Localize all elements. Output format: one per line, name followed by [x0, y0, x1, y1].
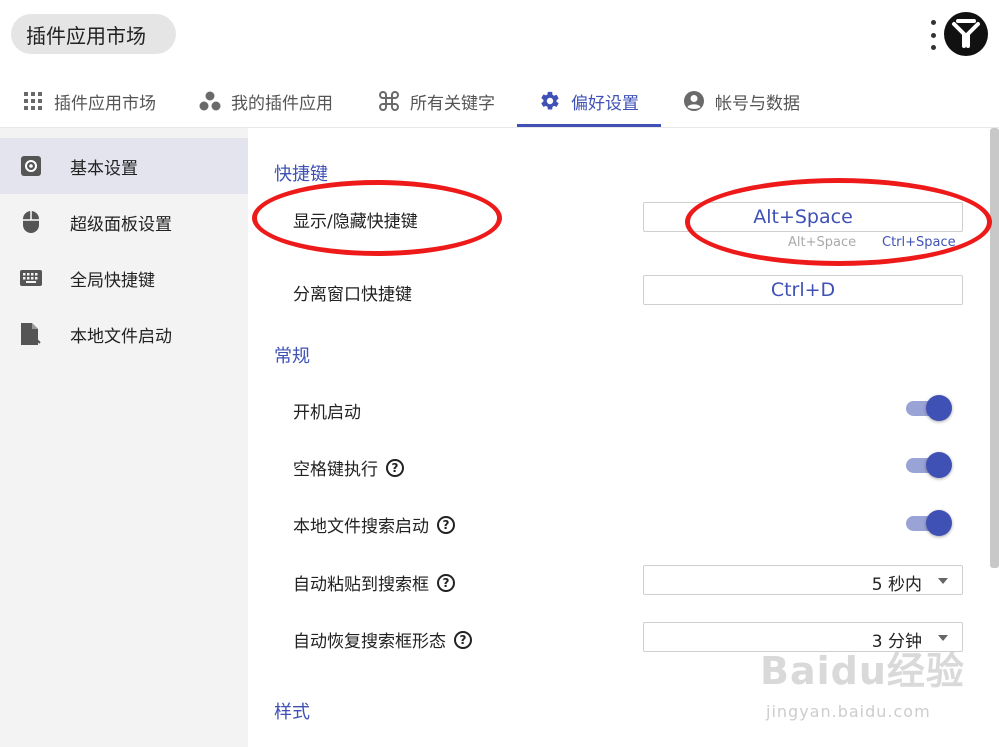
command-icon — [378, 90, 400, 112]
file-launch-icon — [20, 323, 42, 345]
tab-label: 插件应用市场 — [54, 93, 156, 114]
space-exec-label: 空格键执行 ? — [293, 455, 404, 480]
tab-preferences[interactable]: 偏好设置 — [539, 74, 639, 128]
startup-label-text: 开机启动 — [293, 403, 361, 423]
annotation-oval-value — [685, 178, 992, 266]
toggle-knob — [926, 452, 952, 478]
watermark-brand: Baidu经验 — [760, 649, 965, 693]
sidebar-item-local-file-launch[interactable]: 本地文件启动 — [0, 306, 248, 362]
detach-window-shortcut-label: 分离窗口快捷键 — [293, 285, 412, 305]
auto-restore-label-text: 自动恢复搜索框形态 — [293, 632, 446, 652]
local-search-label-text: 本地文件搜索启动 — [293, 517, 429, 537]
grid-icon — [22, 90, 44, 112]
dots-cluster-icon — [199, 90, 221, 112]
app-logo-icon[interactable] — [944, 12, 988, 56]
space-exec-toggle[interactable] — [906, 451, 952, 479]
startup-toggle[interactable] — [906, 394, 952, 422]
section-title-style: 样式 — [274, 702, 310, 723]
sidebar-item-global-shortcuts[interactable]: 全局快捷键 — [0, 250, 248, 306]
help-icon[interactable]: ? — [454, 630, 472, 649]
local-search-label: 本地文件搜索启动 ? — [293, 512, 455, 537]
chevron-down-icon — [938, 578, 948, 584]
active-tab-indicator — [517, 124, 661, 127]
help-icon[interactable]: ? — [437, 515, 455, 534]
keyboard-icon — [20, 267, 42, 289]
tab-bar: 插件应用市场 我的插件应用 所有关键字 偏好设置 帐号与数据 — [0, 74, 999, 128]
settings-box-icon — [20, 155, 42, 177]
detach-window-shortcut-input[interactable]: Ctrl+D — [643, 275, 963, 305]
help-icon[interactable]: ? — [437, 573, 455, 592]
auto-paste-label-text: 自动粘贴到搜索框 — [293, 575, 429, 595]
mouse-icon — [20, 211, 42, 233]
watermark-url: jingyan.baidu.com — [766, 702, 931, 721]
app-market-pill[interactable]: 插件应用市场 — [11, 14, 176, 54]
tab-label: 帐号与数据 — [715, 93, 800, 114]
sidebar-item-label: 超级面板设置 — [70, 214, 172, 235]
toggle-knob — [926, 510, 952, 536]
scrollbar[interactable] — [990, 128, 999, 568]
auto-paste-select[interactable]: 5 秒内 — [643, 565, 963, 595]
sidebar-item-label: 基本设置 — [70, 158, 138, 179]
section-title-general: 常规 — [274, 346, 310, 367]
tab-label: 所有关键字 — [410, 93, 495, 114]
tab-label: 我的插件应用 — [231, 93, 333, 114]
sidebar-item-label: 全局快捷键 — [70, 270, 155, 291]
select-value: 5 秒内 — [871, 575, 922, 595]
tab-my-plugins[interactable]: 我的插件应用 — [199, 74, 333, 128]
local-search-toggle[interactable] — [906, 509, 952, 537]
sidebar-item-basic-settings[interactable]: 基本设置 — [0, 138, 248, 194]
annotation-oval-label — [252, 180, 502, 256]
tab-account-data[interactable]: 帐号与数据 — [683, 74, 800, 128]
auto-restore-label: 自动恢复搜索框形态 ? — [293, 627, 472, 652]
tab-all-keywords[interactable]: 所有关键字 — [378, 74, 495, 128]
tab-label: 偏好设置 — [571, 93, 639, 114]
startup-label: 开机启动 — [293, 398, 361, 423]
auto-paste-label: 自动粘贴到搜索框 ? — [293, 570, 455, 595]
sidebar-item-super-panel[interactable]: 超级面板设置 — [0, 194, 248, 250]
space-exec-label-text: 空格键执行 — [293, 460, 378, 480]
sidebar: 基本设置 超级面板设置 全局快捷键 本地文件启动 — [0, 128, 248, 747]
section-title-shortcuts: 快捷键 — [274, 164, 328, 185]
sidebar-item-label: 本地文件启动 — [70, 326, 172, 347]
toggle-knob — [926, 395, 952, 421]
help-icon[interactable]: ? — [386, 458, 404, 477]
account-icon — [683, 90, 705, 112]
gear-icon — [539, 90, 561, 112]
more-menu-icon[interactable] — [928, 20, 938, 50]
tab-plugin-market[interactable]: 插件应用市场 — [22, 74, 156, 128]
